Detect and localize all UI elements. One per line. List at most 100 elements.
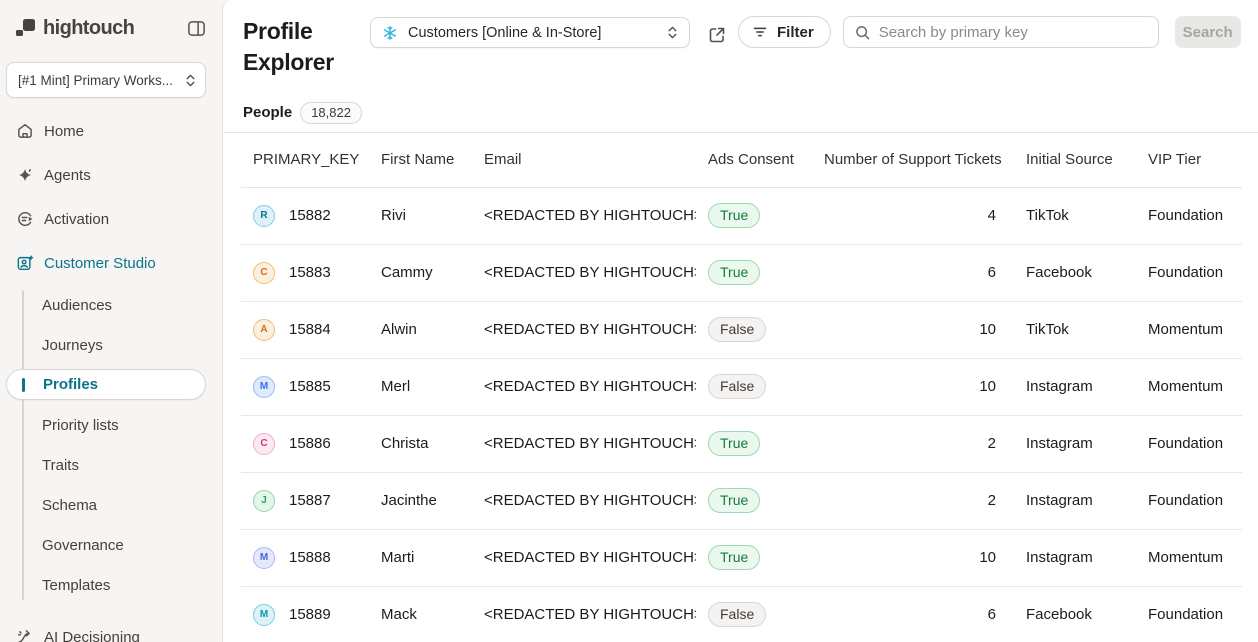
open-in-new-button[interactable] [705,23,729,47]
sidebar-item-templates[interactable]: Templates [0,565,222,605]
tab-people[interactable]: People [243,104,292,121]
cell-primary-key: 15883 [289,264,331,281]
table-row[interactable]: A15884 Alwin <REDACTED BY HIGHTOUCH> Fal… [241,301,1242,358]
avatar: J [253,490,275,512]
chevron-updown-icon [184,73,197,88]
search-input[interactable] [879,24,1148,41]
sidebar-item-agents[interactable]: Agents [0,153,222,197]
filter-button-label: Filter [777,24,814,41]
sparkle-icon [16,166,34,184]
avatar: C [253,262,275,284]
hightouch-logo[interactable]: hightouch [16,17,134,40]
table-row[interactable]: C15886 Christa <REDACTED BY HIGHTOUCH> T… [241,415,1242,472]
column-header-email[interactable]: Email [472,133,696,187]
tabs-bar: People 18,822 [223,93,1258,133]
cell-primary-key: 15886 [289,435,331,452]
table-row[interactable]: J15887 Jacinthe <REDACTED BY HIGHTOUCH> … [241,472,1242,529]
cell-first-name: Cammy [369,244,472,301]
ads-consent-badge: True [708,431,760,456]
search-icon [854,24,871,41]
cell-first-name: Merl [369,358,472,415]
cell-email: <REDACTED BY HIGHTOUCH> [472,358,696,415]
ads-consent-badge: False [708,317,766,342]
cell-initial-source: Facebook [1014,586,1136,642]
workspace-selector[interactable]: [#1 Mint] Primary Works... [6,62,206,98]
sidebar-item-priority-lists[interactable]: Priority lists [0,405,222,445]
filter-lines-icon [752,24,768,40]
activation-icon [16,210,34,228]
ads-consent-badge: True [708,488,760,513]
sidebar-item-label: Activation [44,211,109,228]
cell-primary-key: 15885 [289,378,331,395]
cell-email: <REDACTED BY HIGHTOUCH> [472,415,696,472]
collapse-sidebar-button[interactable] [185,17,208,40]
cell-primary-key: 15882 [289,207,331,224]
cell-support-tickets: 10 [812,529,1014,586]
cell-email: <REDACTED BY HIGHTOUCH> [472,529,696,586]
people-count-badge: 18,822 [300,102,362,124]
chevron-updown-icon [666,25,679,40]
cell-primary-key: 15888 [289,549,331,566]
sidebar-item-label: Priority lists [42,417,119,434]
sidebar-item-home[interactable]: Home [0,109,222,153]
table-row[interactable]: C15883 Cammy <REDACTED BY HIGHTOUCH> Tru… [241,244,1242,301]
table-row[interactable]: M15888 Marti <REDACTED BY HIGHTOUCH> Tru… [241,529,1242,586]
column-header-primary-key[interactable]: PRIMARY_KEY [241,133,369,187]
avatar: M [253,604,275,626]
sidebar-item-activation[interactable]: Activation [0,197,222,241]
column-header-vip-tier[interactable]: VIP Tier [1136,133,1242,187]
cell-primary-key: 15887 [289,492,331,509]
cell-support-tickets: 10 [812,301,1014,358]
cell-email: <REDACTED BY HIGHTOUCH> [472,187,696,244]
sidebar-item-label: Journeys [42,337,103,354]
branch-sparkle-icon [16,628,34,642]
sidebar-item-label: Audiences [42,297,112,314]
cell-vip-tier: Foundation [1136,187,1242,244]
ads-consent-badge: True [708,260,760,285]
sidebar-item-label: Agents [44,167,91,184]
column-header-first-name[interactable]: First Name [369,133,472,187]
sidebar-item-ai-decisioning[interactable]: AI Decisioning [0,615,222,642]
cell-support-tickets: 4 [812,187,1014,244]
parent-model-selector[interactable]: Customers [Online & In-Store] [370,17,690,48]
filter-button[interactable]: Filter [738,16,831,48]
cell-first-name: Christa [369,415,472,472]
column-header-initial-source[interactable]: Initial Source [1014,133,1136,187]
sidebar-header: hightouch [0,0,222,40]
sidebar-item-audiences[interactable]: Audiences [0,285,222,325]
cell-initial-source: Facebook [1014,244,1136,301]
panel-toggle-icon [187,19,206,38]
cell-vip-tier: Foundation [1136,244,1242,301]
sidebar-item-traits[interactable]: Traits [0,445,222,485]
page-header: Profile Explorer Customers [Online & In-… [223,0,1258,78]
column-header-support-tickets[interactable]: Number of Support Tickets [812,133,1014,187]
table-row[interactable]: M15889 Mack <REDACTED BY HIGHTOUCH> Fals… [241,586,1242,642]
column-header-ads-consent[interactable]: Ads Consent [696,133,812,187]
cell-first-name: Alwin [369,301,472,358]
cell-primary-key: 15889 [289,606,331,623]
ads-consent-badge: False [708,602,766,627]
home-icon [16,122,34,140]
cell-initial-source: Instagram [1014,529,1136,586]
cell-support-tickets: 6 [812,586,1014,642]
hightouch-logo-text: hightouch [43,17,134,40]
sidebar-item-governance[interactable]: Governance [0,525,222,565]
table-row[interactable]: M15885 Merl <REDACTED BY HIGHTOUCH> Fals… [241,358,1242,415]
cell-first-name: Rivi [369,187,472,244]
snowflake-icon [382,25,398,41]
sidebar-item-profiles[interactable]: Profiles [6,369,206,400]
avatar: M [253,376,275,398]
sidebar-item-label: Customer Studio [44,255,156,272]
search-button[interactable]: Search [1175,16,1241,48]
sidebar-item-journeys[interactable]: Journeys [0,325,222,365]
cell-initial-source: TikTok [1014,301,1136,358]
sidebar-item-label: Templates [42,577,110,594]
table-row[interactable]: R15882 Rivi <REDACTED BY HIGHTOUCH> True… [241,187,1242,244]
cell-first-name: Marti [369,529,472,586]
sidebar-item-label: Profiles [43,376,98,393]
cell-initial-source: TikTok [1014,187,1136,244]
sidebar-item-label: Home [44,123,84,140]
sidebar-item-schema[interactable]: Schema [0,485,222,525]
cell-vip-tier: Momentum [1136,301,1242,358]
sidebar-item-customer-studio[interactable]: Customer Studio [0,241,222,285]
